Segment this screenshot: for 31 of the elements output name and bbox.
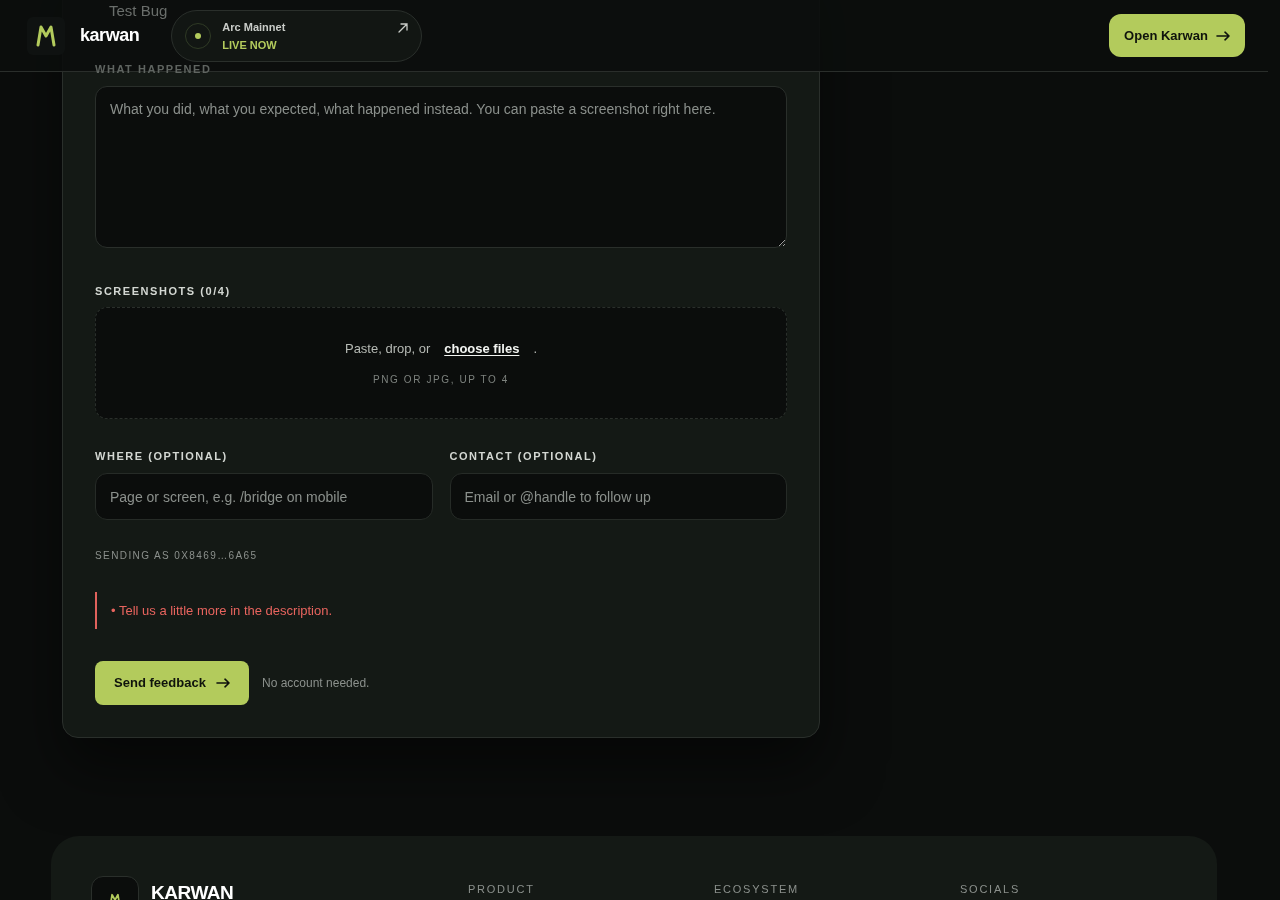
- live-status: LIVE NOW: [222, 37, 278, 52]
- choose-files-link[interactable]: choose files: [444, 339, 520, 359]
- sender-address: SENDING AS 0X8469…6A65: [95, 549, 258, 563]
- error-message: • Tell us a little more in the description.: [95, 592, 341, 629]
- no-account-note: No account needed.: [262, 675, 370, 692]
- field-label: WHERE (OPTIONAL): [95, 449, 228, 464]
- brand-name: karwan: [80, 24, 140, 47]
- network-status-pill[interactable]: Arc Mainnet LIVE NOW: [171, 9, 423, 62]
- period-text: .: [533, 340, 537, 359]
- text-input-field[interactable]: Page or screen, e.g. /bridge on mobile: [95, 473, 433, 520]
- open-app-button[interactable]: Open Karwan: [1109, 14, 1245, 57]
- arrow-right-icon: [1215, 30, 1230, 41]
- footer-brand: KARWAN: [151, 885, 234, 900]
- field-label: WHAT HAPPENED: [95, 62, 212, 77]
- field-label: CONTACT (OPTIONAL): [449, 449, 598, 464]
- footer-column-heading: PRODUCT: [468, 883, 535, 895]
- field-label: SCREENSHOTS (0/4): [95, 284, 231, 299]
- network-name: Arc Mainnet: [222, 19, 286, 34]
- upload-prompt: Paste, drop, or: [344, 340, 431, 359]
- title-text: Test Bug: [109, 1, 168, 21]
- logo-icon: [27, 16, 65, 55]
- file-type-hint: PNG OR JPG, UP TO 4: [373, 372, 509, 387]
- arrow-up-right-icon: [398, 22, 409, 33]
- footer-column-heading: SOCIALS: [960, 883, 1020, 895]
- screenshot-dropzone[interactable]: Paste, drop, or choose files . PNG OR JPG, UP TO 4: [95, 307, 787, 419]
- status-dot-icon: [185, 22, 212, 49]
- arrow-right-icon: [215, 678, 230, 688]
- text-input-field[interactable]: Email or @handle to follow up: [449, 473, 787, 520]
- footer-column-heading: ECOSYSTEM: [714, 883, 799, 895]
- description-textarea[interactable]: What you did, what you expected, what happened instead. You can paste a screenshot right here.: [95, 86, 787, 248]
- send-feedback-button[interactable]: Send feedback: [95, 661, 249, 705]
